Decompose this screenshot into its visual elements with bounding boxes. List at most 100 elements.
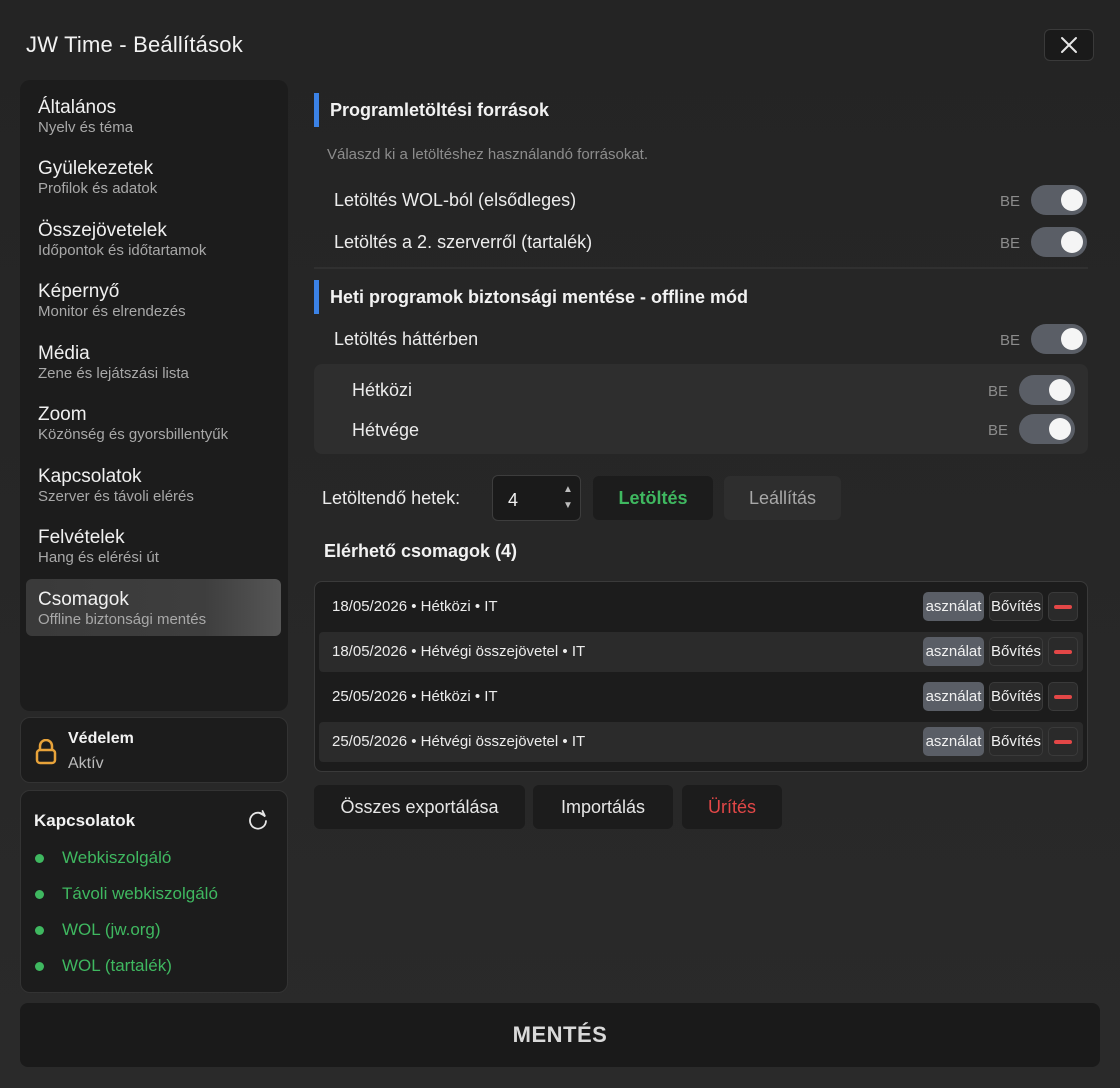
sidebar-item-sub: Hang és elérési út: [38, 549, 159, 566]
weeks-label: Letöltendő hetek:: [322, 488, 461, 508]
sidebar-item-sub: Nyelv és téma: [38, 119, 134, 136]
sidebar-item-label: Csomagok: [38, 589, 129, 610]
package-row: 25/05/2026 • Hétvégi összejövetel • IT a…: [319, 722, 1083, 762]
package-more-button[interactable]: Bővítés: [989, 682, 1043, 711]
protection-panel: Védelem Aktív: [20, 717, 288, 783]
weekend-label: Hétvége: [352, 420, 420, 440]
minus-icon: [1054, 649, 1072, 654]
weeks-stepper[interactable]: 4 ▲ ▼: [492, 475, 581, 521]
source-wol-toggle[interactable]: [1031, 185, 1087, 215]
source-server2-toggle[interactable]: [1031, 227, 1087, 257]
backup-subpanel: [314, 364, 1088, 454]
sidebar-item-sub: Időpontok és időtartamok: [38, 242, 207, 259]
sidebar-item-gyulekezetek[interactable]: Gyülekezetek Profilok és adatok: [26, 156, 281, 213]
clear-button[interactable]: Ürítés: [682, 785, 782, 829]
section-divider: [314, 267, 1088, 269]
connections-title: Kapcsolatok: [34, 811, 136, 830]
package-use-button[interactable]: asználat: [923, 637, 984, 666]
connection-label: WOL (tartalék): [62, 956, 172, 975]
sidebar-item-label: Általános: [38, 97, 117, 118]
package-name: 18/05/2026 • Hétvégi összejövetel • IT: [332, 643, 586, 660]
connection-item-remote-webserver: Távoli webkiszolgáló: [35, 884, 218, 904]
package-delete-button[interactable]: [1048, 592, 1078, 621]
sidebar-item-zoom[interactable]: Zoom Közönség és gyorsbillentyűk: [26, 402, 281, 459]
package-more-button[interactable]: Bővítés: [989, 727, 1043, 756]
package-more-button[interactable]: Bővítés: [989, 592, 1043, 621]
connections-panel: Kapcsolatok Webkiszolgáló Távoli webkisz…: [20, 790, 288, 993]
package-use-button[interactable]: asználat: [923, 727, 984, 756]
sidebar-item-sub: Szerver és távoli elérés: [38, 488, 194, 505]
connection-label: WOL (jw.org): [62, 920, 161, 939]
section-heading-backup: Heti programok biztonsági mentése - offl…: [314, 280, 748, 314]
sidebar-item-label: Zoom: [38, 404, 87, 425]
source-wol-label: Letöltés WOL-ból (elsődleges): [334, 190, 577, 210]
connection-item-webserver: Webkiszolgáló: [35, 848, 171, 868]
toggle-state-label: BE: [988, 422, 1009, 439]
download-button[interactable]: Letöltés: [593, 476, 713, 520]
sidebar-item-label: Gyülekezetek: [38, 158, 154, 179]
sidebar-item-sub: Offline biztonsági mentés: [38, 611, 207, 628]
sidebar-item-kepernyo[interactable]: Képernyő Monitor és elrendezés: [26, 279, 281, 336]
package-name: 25/05/2026 • Hétvégi összejövetel • IT: [332, 733, 586, 750]
package-use-button[interactable]: asználat: [923, 592, 984, 621]
sidebar-item-label: Képernyő: [38, 281, 120, 302]
section-heading-sources: Programletöltési források: [314, 93, 549, 127]
toggle-state-label: BE: [1000, 332, 1021, 349]
status-dot-icon: [35, 889, 44, 899]
sidebar-item-label: Összejövetelek: [38, 220, 167, 241]
toggle-state-label: BE: [1000, 235, 1021, 252]
source-server2-label: Letöltés a 2. szerverről (tartalék): [334, 232, 593, 252]
minus-icon: [1054, 739, 1072, 744]
sidebar-item-media[interactable]: Média Zene és lejátszási lista: [26, 341, 281, 398]
weekend-toggle[interactable]: [1019, 414, 1075, 444]
sidebar-item-altalanos[interactable]: Általános Nyelv és téma: [26, 95, 281, 152]
stepper-up-icon[interactable]: ▲: [563, 482, 573, 498]
package-delete-button[interactable]: [1048, 682, 1078, 711]
sidebar-item-sub: Közönség és gyorsbillentyűk: [38, 426, 229, 443]
package-name: 25/05/2026 • Hétközi • IT: [332, 688, 498, 705]
sidebar-item-felvetelek[interactable]: Felvételek Hang és elérési út: [26, 525, 281, 582]
package-name: 18/05/2026 • Hétközi • IT: [332, 598, 498, 615]
sidebar-item-label: Kapcsolatok: [38, 466, 142, 487]
sidebar-item-csomagok[interactable]: Csomagok Offline biztonsági mentés: [26, 579, 281, 636]
stop-button[interactable]: Leállítás: [724, 476, 841, 520]
sidebar-item-label: Média: [38, 343, 90, 364]
package-more-button[interactable]: Bővítés: [989, 637, 1043, 666]
sidebar-item-sub: Monitor és elrendezés: [38, 303, 186, 320]
protection-status: Aktív: [68, 755, 104, 772]
package-use-button[interactable]: asználat: [923, 682, 984, 711]
background-download-toggle[interactable]: [1031, 324, 1087, 354]
refresh-icon[interactable]: [247, 809, 269, 831]
weeks-value[interactable]: 4: [508, 490, 518, 511]
minus-icon: [1054, 604, 1072, 609]
weekday-toggle[interactable]: [1019, 375, 1075, 405]
sidebar-item-kapcsolatok[interactable]: Kapcsolatok Szerver és távoli elérés: [26, 464, 281, 521]
package-delete-button[interactable]: [1048, 637, 1078, 666]
window-title: JW Time - Beállítások: [26, 32, 243, 57]
package-row: 25/05/2026 • Hétközi • IT asználat Bővít…: [319, 677, 1083, 717]
stepper-down-icon[interactable]: ▼: [563, 498, 573, 514]
sidebar-item-osszejovetelek[interactable]: Összejövetelek Időpontok és időtartamok: [26, 218, 281, 275]
sidebar-item-sub: Profilok és adatok: [38, 180, 158, 197]
connection-label: Webkiszolgáló: [62, 848, 172, 867]
protection-title: Védelem: [68, 730, 134, 747]
import-button[interactable]: Importálás: [533, 785, 673, 829]
sidebar-item-label: Felvételek: [38, 527, 125, 548]
status-dot-icon: [35, 925, 44, 935]
sidebar-nav: Általános Nyelv és téma Gyülekezetek Pro…: [20, 80, 288, 711]
save-button[interactable]: MENTÉS: [20, 1003, 1100, 1067]
sources-description: Válaszd ki a letöltéshez használandó for…: [327, 146, 649, 163]
background-download-label: Letöltés háttérben: [334, 329, 479, 349]
toggle-state-label: BE: [1000, 193, 1021, 210]
connection-label: Távoli webkiszolgáló: [62, 884, 218, 903]
status-dot-icon: [35, 853, 44, 863]
weekday-label: Hétközi: [352, 380, 413, 400]
status-dot-icon: [35, 961, 44, 971]
package-row: 18/05/2026 • Hétközi • IT asználat Bővít…: [319, 587, 1083, 627]
lock-icon: [35, 739, 57, 765]
close-button[interactable]: [1044, 29, 1094, 61]
export-all-button[interactable]: Összes exportálása: [314, 785, 525, 829]
connection-item-wol: WOL (jw.org): [35, 920, 161, 940]
sidebar-item-sub: Zene és lejátszási lista: [38, 365, 189, 382]
package-delete-button[interactable]: [1048, 727, 1078, 756]
